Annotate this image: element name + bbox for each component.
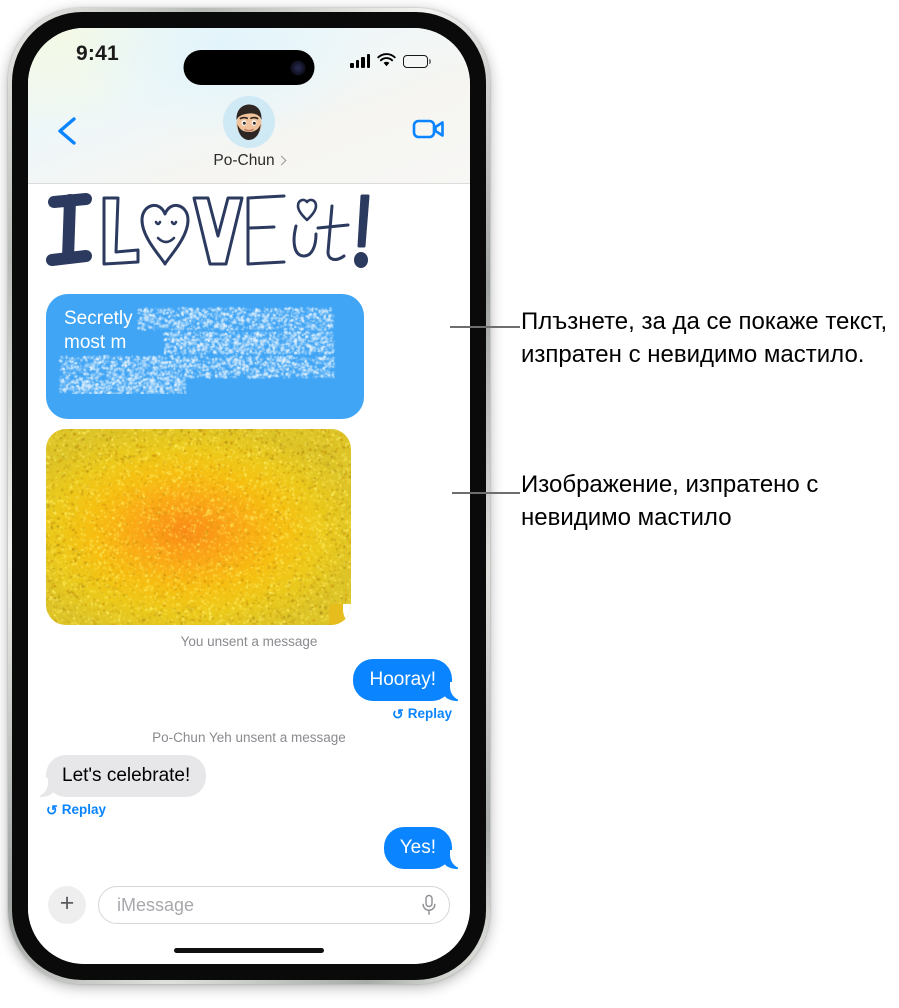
contact-name: Po-Chun — [213, 152, 274, 170]
message-bubble[interactable]: Let's celebrate! — [46, 755, 206, 797]
message-group-hooray: Hooray! ↺ Replay — [46, 659, 452, 721]
phone-screen: 9:41 Po-Chun Secretly most m You unsent … — [28, 28, 470, 964]
handwriting-message-row — [46, 184, 452, 282]
message-list[interactable]: Secretly most m you have ever seen. I ha… — [28, 184, 470, 876]
replay-circular-arrow-icon: ↺ — [392, 875, 404, 877]
message-group-celebrate: Let's celebrate! ↺ Replay — [46, 755, 452, 817]
replay-circular-arrow-icon: ↺ — [392, 707, 404, 721]
replay-label: Replay — [408, 706, 452, 721]
add-attachment-button[interactable]: + — [48, 886, 86, 924]
avatar[interactable] — [223, 96, 275, 148]
contact-header-block[interactable]: Po-Chun — [174, 96, 324, 170]
front-camera-icon — [291, 60, 306, 75]
back-button[interactable] — [52, 114, 82, 148]
callout-leader-line-2 — [452, 492, 520, 494]
digital-touch-handwriting-message[interactable] — [46, 190, 376, 282]
wifi-icon — [377, 53, 396, 68]
plus-icon: + — [60, 891, 75, 916]
microphone-button[interactable] — [421, 894, 437, 916]
unsent-notice-pochun: Po-Chun Yeh unsent a message — [46, 730, 452, 745]
message-bubble[interactable]: Yes! — [384, 827, 452, 869]
invisible-ink-text-bubble[interactable]: Secretly most m you have ever seen. I ha… — [46, 294, 364, 419]
facetime-video-button[interactable] — [412, 114, 446, 144]
invisible-ink-image-row — [46, 419, 452, 625]
callout-leader-line-1 — [450, 326, 520, 328]
message-input[interactable] — [115, 894, 421, 917]
callout-invisible-ink-text: Плъзнете, за да се покаже текст, изпрате… — [521, 305, 893, 371]
invisible-ink-image-speckle-overlay — [46, 429, 351, 625]
home-indicator — [174, 948, 324, 954]
unsent-notice-you: You unsent a message — [46, 634, 452, 649]
chat-header: 9:41 Po-Chun — [28, 28, 470, 184]
replay-button[interactable]: ↺ Replay — [392, 706, 452, 721]
message-bubble[interactable]: Hooray! — [353, 659, 452, 701]
ink-line-revealed-2: most m — [64, 331, 346, 355]
message-input-wrapper[interactable] — [98, 886, 450, 924]
battery-full-icon — [403, 55, 428, 68]
status-bar-icons — [350, 48, 428, 68]
cellular-signal-icon — [350, 53, 370, 68]
message-group-yes: Yes! ↺ Replay — [46, 827, 452, 876]
invisible-ink-text-row: Secretly most m you have ever seen. I ha… — [46, 282, 452, 419]
navigation-bar: Po-Chun — [28, 84, 470, 183]
status-bar-time: 9:41 — [76, 42, 119, 66]
microphone-icon — [421, 894, 437, 916]
replay-button[interactable]: ↺ Replay — [46, 802, 106, 817]
callout-invisible-ink-image: Изображение, изпратено с невидимо мастил… — [521, 468, 893, 534]
phone-bezel: 9:41 Po-Chun Secretly most m You unsent … — [12, 12, 486, 980]
replay-button[interactable]: ↺ Replay — [392, 874, 452, 876]
dynamic-island — [184, 50, 315, 85]
ink-line-revealed-1: Secretly — [64, 307, 346, 331]
invisible-ink-image-bubble[interactable] — [46, 429, 351, 625]
status-bar: 9:41 — [28, 28, 470, 84]
chevron-right-icon — [276, 156, 286, 166]
contact-name-row[interactable]: Po-Chun — [174, 152, 324, 170]
bubble-tail — [329, 604, 351, 625]
phone-device-frame: 9:41 Po-Chun Secretly most m You unsent … — [8, 8, 490, 984]
replay-label: Replay — [408, 874, 452, 876]
replay-label: Replay — [62, 802, 106, 817]
replay-circular-arrow-icon: ↺ — [46, 803, 58, 817]
